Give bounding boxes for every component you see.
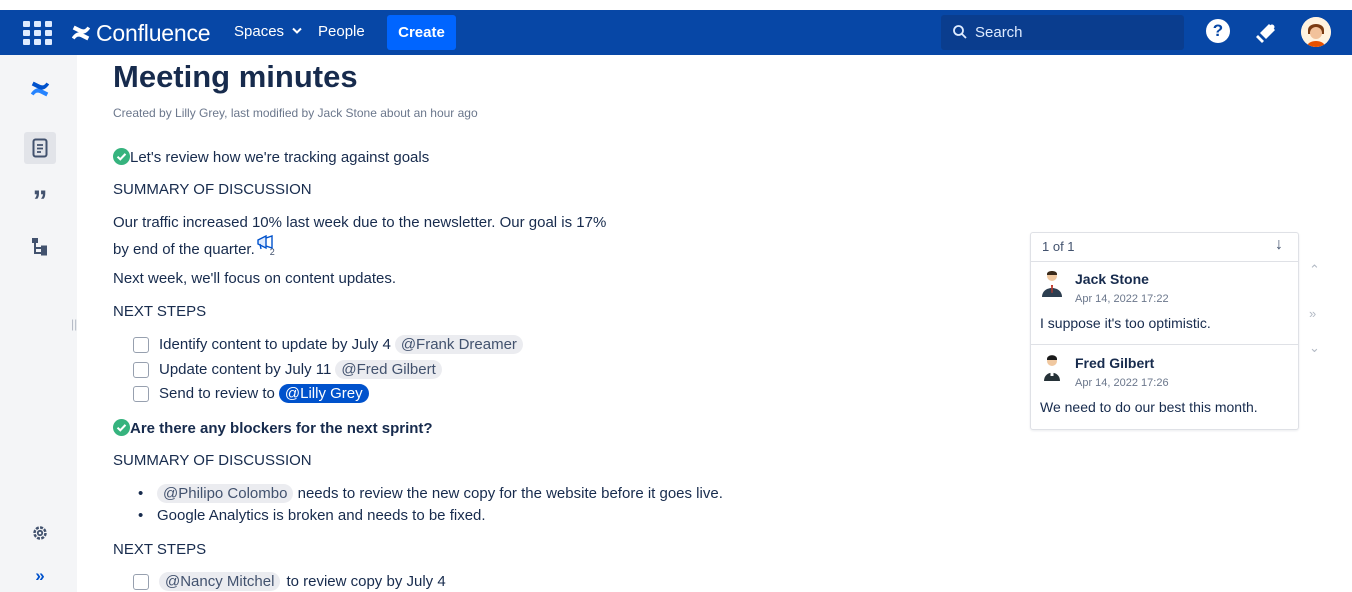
blockers-heading: Are there any blockers for the next spri…: [130, 420, 433, 437]
comments-panel-header: 1 of 1 ↓: [1031, 233, 1298, 262]
confluence-logo-icon: [30, 81, 50, 97]
search-placeholder: Search: [975, 24, 1023, 41]
user-mention[interactable]: @Frank Dreamer: [394, 335, 523, 354]
space-sidebar: ” || »: [0, 55, 77, 592]
check-circle-icon: [113, 148, 130, 165]
task-text: to review copy by July 4: [286, 573, 446, 590]
check-circle-icon: [113, 419, 130, 436]
task-checkbox[interactable]: [133, 336, 149, 353]
page-tree-button[interactable]: [24, 231, 56, 263]
pages-icon: [32, 138, 48, 158]
task-checkbox[interactable]: [133, 385, 149, 402]
confluence-home-link[interactable]: Confluence: [70, 18, 211, 48]
notifications-icon[interactable]: [1254, 19, 1280, 45]
next-week-text: Next week, we'll focus on content update…: [113, 270, 397, 287]
user-mention-self[interactable]: @Lilly Grey: [278, 384, 369, 403]
list-item: Google Analytics is broken and needs to …: [138, 507, 486, 524]
user-avatar-icon: [1301, 17, 1331, 47]
app-switcher-icon[interactable]: [23, 21, 53, 45]
task-text: Identify content to update by July 4: [159, 336, 391, 353]
goal-text: Let's review how we're tracking against …: [130, 149, 430, 166]
comment-author[interactable]: Jack Stone: [1075, 271, 1149, 287]
blockers-line: Are there any blockers for the next spri…: [113, 419, 433, 437]
task-item: Identify content to update by July 4 @Fr…: [133, 335, 523, 354]
inline-comment-marker[interactable]: 2: [255, 235, 277, 257]
task-item: Send to review to @Lilly Grey: [133, 384, 369, 403]
arrow-down-icon[interactable]: ↓: [1275, 236, 1283, 254]
pages-nav-button[interactable]: [24, 132, 56, 164]
quote-icon: ”: [32, 185, 48, 218]
avatar: [1044, 355, 1060, 381]
confluence-logo-icon: [71, 25, 91, 41]
list-item-text: Google Analytics is broken and needs to …: [157, 507, 486, 524]
search-icon: [953, 25, 967, 39]
space-logo-button[interactable]: [24, 73, 56, 105]
blog-nav-button[interactable]: ”: [24, 181, 56, 218]
help-icon[interactable]: ?: [1206, 19, 1230, 43]
summary-heading-2: SUMMARY OF DISCUSSION: [113, 452, 312, 469]
task-checkbox[interactable]: [133, 361, 149, 378]
settings-button[interactable]: [24, 517, 56, 549]
brand-name: Confluence: [96, 19, 211, 46]
expand-icon: »: [35, 566, 45, 585]
page-byline: Created by Lilly Grey, last modified by …: [113, 106, 478, 120]
chevron-down-icon: [292, 27, 302, 34]
task-item: Update content by July 11 @Fred Gilbert: [133, 360, 442, 379]
user-mention[interactable]: @Nancy Mitchel: [159, 572, 281, 591]
next-steps-heading: NEXT STEPS: [113, 303, 207, 320]
list-item: @Philipo Colombo needs to review the new…: [138, 484, 723, 503]
spaces-label: Spaces: [234, 23, 285, 40]
traffic-text-line1: Our traffic increased 10% last week due …: [113, 214, 607, 231]
avatar: [1042, 271, 1062, 297]
list-item-text: needs to review the new copy for the web…: [297, 485, 723, 502]
traffic-text: by end of the quarter.: [113, 241, 255, 258]
user-mention[interactable]: @Fred Gilbert: [335, 360, 442, 379]
settings-icon: [33, 526, 47, 540]
next-comment-icon[interactable]: »: [1309, 306, 1316, 321]
collapse-comments-icon[interactable]: ⌄: [1309, 340, 1320, 356]
summary-heading: SUMMARY OF DISCUSSION: [113, 181, 312, 198]
comment-text: We need to do our best this month.: [1040, 399, 1258, 415]
task-text: Send to review to: [159, 385, 275, 402]
expand-sidebar-button[interactable]: »: [24, 560, 56, 592]
comment-counter: 1 of 1: [1042, 239, 1075, 254]
spaces-menu[interactable]: Spaces: [234, 23, 302, 40]
comment-author[interactable]: Fred Gilbert: [1075, 355, 1154, 371]
comment-divider: [1031, 344, 1298, 345]
goal-line: Let's review how we're tracking against …: [113, 148, 429, 166]
top-navigation-bar: Confluence Spaces People Create Search ?: [0, 10, 1352, 55]
user-mention[interactable]: @Philipo Colombo: [157, 484, 294, 503]
task-checkbox[interactable]: [133, 573, 149, 590]
traffic-text-line2: by end of the quarter. 2: [113, 235, 277, 258]
comment-date: Apr 14, 2022 17:22: [1075, 293, 1169, 305]
sidebar-resize-handle[interactable]: ||: [71, 317, 77, 331]
task-item: @Nancy Mitchel to review copy by July 4: [133, 572, 446, 591]
create-button[interactable]: Create: [387, 15, 456, 50]
comment-text: I suppose it's too optimistic.: [1040, 315, 1211, 331]
avatar[interactable]: [1301, 17, 1331, 47]
tree-icon: [32, 238, 47, 256]
previous-comment-icon[interactable]: ⌃: [1309, 262, 1320, 278]
comment-count: 2: [269, 247, 275, 257]
page-title: Meeting minutes: [113, 59, 358, 94]
people-link[interactable]: People: [318, 23, 365, 40]
next-steps-heading-2: NEXT STEPS: [113, 541, 207, 558]
task-text: Update content by July 11: [159, 361, 332, 378]
comment-date: Apr 14, 2022 17:26: [1075, 377, 1169, 389]
search-input[interactable]: Search: [941, 15, 1184, 50]
inline-comments-panel: 1 of 1 ↓ Jack Stone Apr 14, 2022 17:22 I…: [1030, 232, 1299, 430]
